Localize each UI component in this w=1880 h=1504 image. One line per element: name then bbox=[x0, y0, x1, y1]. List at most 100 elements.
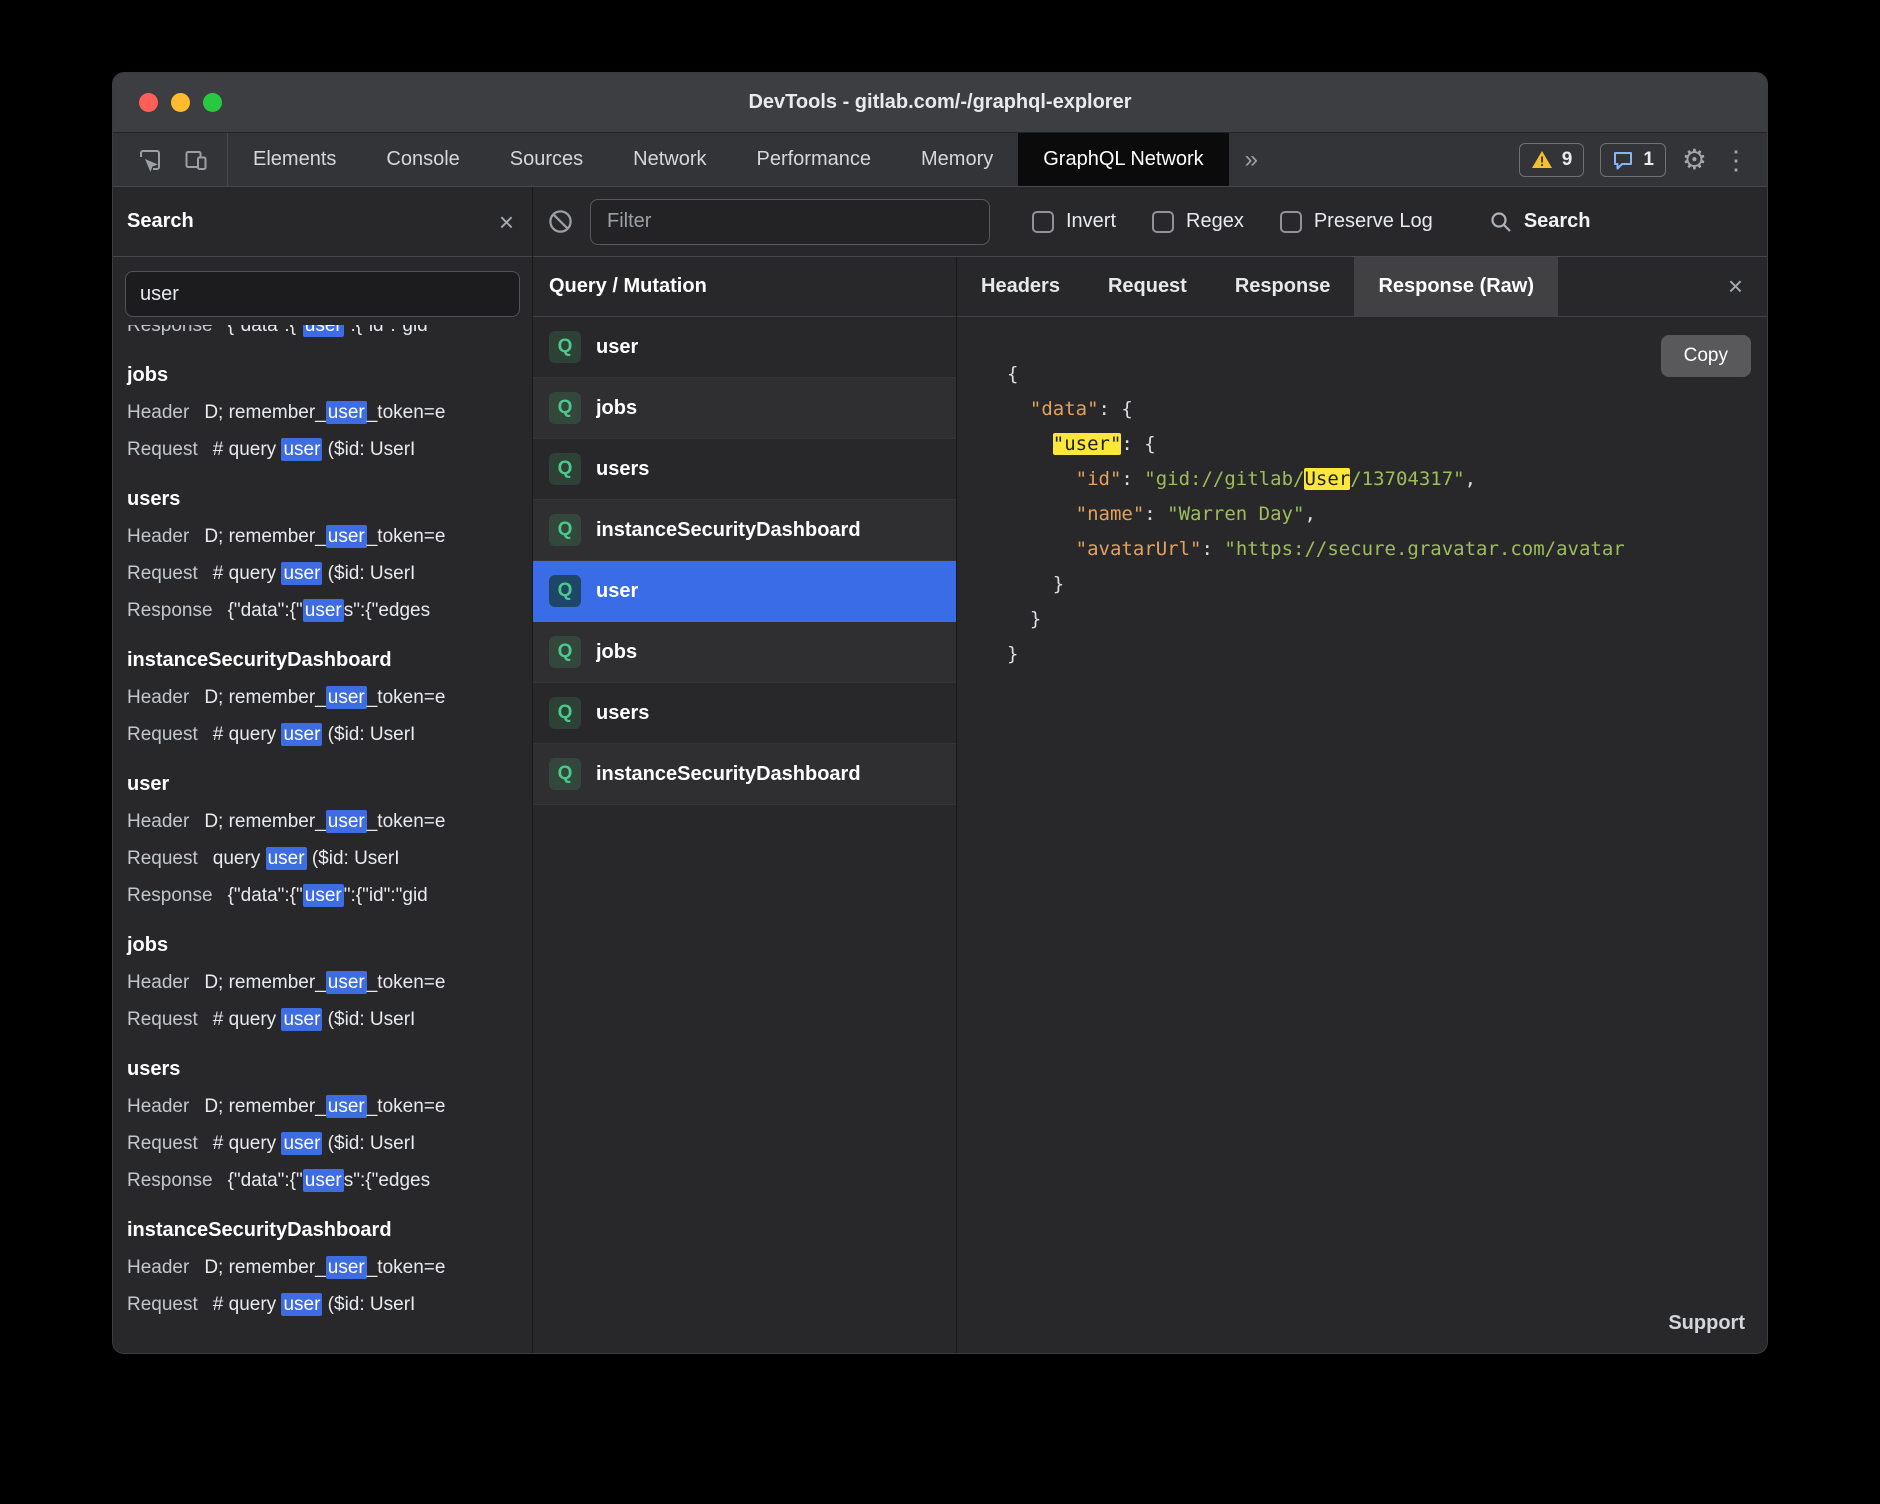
query-item-label: users bbox=[596, 702, 649, 725]
filter-input[interactable] bbox=[590, 199, 990, 245]
search-result-group: instanceSecurityDashboardHeaderD; rememb… bbox=[127, 642, 522, 753]
search-result-line[interactable]: HeaderD; remember_user_token=e bbox=[127, 394, 522, 431]
search-result-line[interactable]: Response{"data":{"user":{"id":"gid bbox=[127, 325, 522, 344]
json-token bbox=[1007, 398, 1030, 420]
search-result-line[interactable]: Request# query user ($id: UserI bbox=[127, 716, 522, 753]
search-result-line[interactable]: Requestquery user ($id: UserI bbox=[127, 840, 522, 877]
query-type-badge: Q bbox=[549, 331, 581, 363]
checkbox-invert[interactable]: Invert bbox=[1032, 210, 1116, 233]
settings-gear-icon[interactable]: ⚙ bbox=[1682, 146, 1707, 174]
query-list-item-users[interactable]: Qusers bbox=[533, 683, 956, 744]
search-result-line[interactable]: Request# query user ($id: UserI bbox=[127, 1125, 522, 1162]
search-result-title[interactable]: users bbox=[127, 481, 522, 518]
text-segment: # query bbox=[213, 439, 282, 460]
search-input-wrap bbox=[113, 257, 532, 325]
query-list-item-jobs[interactable]: Qjobs bbox=[533, 378, 956, 439]
clear-log-icon[interactable] bbox=[547, 208, 574, 235]
toolbar-tab-memory[interactable]: Memory bbox=[896, 133, 1018, 186]
toolbar-tab-elements[interactable]: Elements bbox=[228, 133, 361, 186]
search-result-line[interactable]: HeaderD; remember_user_token=e bbox=[127, 679, 522, 716]
more-panels-button[interactable]: » bbox=[1229, 133, 1274, 186]
minimize-window-button[interactable] bbox=[171, 93, 190, 112]
query-list-item-jobs[interactable]: Qjobs bbox=[533, 622, 956, 683]
query-list-item-instancesecuritydashboard[interactable]: QinstanceSecurityDashboard bbox=[533, 500, 956, 561]
search-result-line[interactable]: HeaderD; remember_user_token=e bbox=[127, 1249, 522, 1286]
search-result-line[interactable]: Request# query user ($id: UserI bbox=[127, 1001, 522, 1038]
checkbox-preserve-log[interactable]: Preserve Log bbox=[1280, 210, 1433, 233]
kebab-menu-icon[interactable]: ⋮ bbox=[1723, 147, 1749, 173]
query-list-item-user[interactable]: Quser bbox=[533, 561, 956, 622]
search-input[interactable] bbox=[125, 271, 520, 317]
response-tab-request[interactable]: Request bbox=[1084, 257, 1211, 316]
text-segment: s":{"edges bbox=[344, 1170, 430, 1191]
search-result-line[interactable]: HeaderD; remember_user_token=e bbox=[127, 518, 522, 555]
search-toggle[interactable]: Search bbox=[1489, 210, 1591, 234]
close-window-button[interactable] bbox=[139, 93, 158, 112]
search-result-group: jobsHeaderD; remember_user_token=eReques… bbox=[127, 357, 522, 468]
close-detail-icon[interactable]: × bbox=[1704, 257, 1767, 316]
checkbox-box-invert[interactable] bbox=[1032, 211, 1054, 233]
search-result-title[interactable]: instanceSecurityDashboard bbox=[127, 642, 522, 679]
checkbox-box-preserve-log[interactable] bbox=[1280, 211, 1302, 233]
checkbox-regex[interactable]: Regex bbox=[1152, 210, 1244, 233]
search-result-line[interactable]: HeaderD; remember_user_token=e bbox=[127, 803, 522, 840]
zoom-window-button[interactable] bbox=[203, 93, 222, 112]
query-list-item-user[interactable]: Quser bbox=[533, 317, 956, 378]
response-tab-headers[interactable]: Headers bbox=[957, 257, 1084, 316]
text-segment: ":{"id":"gid bbox=[344, 325, 428, 336]
response-label: Response bbox=[127, 325, 213, 344]
search-result-line[interactable]: Response{"data":{"users":{"edges bbox=[127, 1162, 522, 1199]
toolbar-tab-network[interactable]: Network bbox=[608, 133, 731, 186]
search-result-line[interactable]: HeaderD; remember_user_token=e bbox=[127, 1088, 522, 1125]
query-list-item-users[interactable]: Qusers bbox=[533, 439, 956, 500]
message-bubble-icon bbox=[1612, 150, 1634, 170]
search-result-group: usersHeaderD; remember_user_token=eReque… bbox=[127, 1051, 522, 1199]
toolbar-tab-console[interactable]: Console bbox=[361, 133, 484, 186]
titlebar[interactable]: DevTools - gitlab.com/-/graphql-explorer bbox=[113, 73, 1767, 133]
query-list: QuserQjobsQusersQinstanceSecurityDashboa… bbox=[533, 317, 956, 1353]
toolbar-tab-performance[interactable]: Performance bbox=[732, 133, 897, 186]
text-segment: _token=e bbox=[367, 687, 446, 708]
text-segment: ($id: UserI bbox=[322, 1009, 415, 1030]
search-icon bbox=[1489, 210, 1513, 234]
device-toolbar-icon[interactable] bbox=[183, 147, 209, 173]
json-viewer: { "data": { "user": { "id": "gid://gitla… bbox=[1007, 357, 1749, 672]
search-result-line[interactable]: Request# query user ($id: UserI bbox=[127, 431, 522, 468]
text-segment: # query bbox=[213, 1294, 282, 1315]
search-result-title[interactable]: jobs bbox=[127, 927, 522, 964]
response-tab-response-raw[interactable]: Response (Raw) bbox=[1354, 257, 1558, 316]
search-result-line[interactable]: Request# query user ($id: UserI bbox=[127, 555, 522, 592]
result-line-content: {"data":{"users":{"edges bbox=[228, 592, 431, 629]
search-result-title[interactable]: user bbox=[127, 766, 522, 803]
toolbar-tab-graphql-network[interactable]: GraphQL Network bbox=[1018, 133, 1228, 186]
search-result-line[interactable]: Response{"data":{"user":{"id":"gid bbox=[127, 877, 522, 914]
result-line-content: # query user ($id: UserI bbox=[213, 1125, 416, 1162]
search-result-line[interactable]: Response{"data":{"users":{"edges bbox=[127, 592, 522, 629]
result-line-content: # query user ($id: UserI bbox=[213, 555, 416, 592]
close-search-panel-icon[interactable]: × bbox=[499, 209, 514, 235]
inspect-element-icon[interactable] bbox=[137, 147, 163, 173]
toolbar-right: 9 1 ⚙ ⋮ bbox=[1519, 133, 1767, 186]
result-line-content: {"data":{"users":{"edges bbox=[228, 1162, 431, 1199]
text-segment: query bbox=[213, 848, 266, 869]
query-list-item-instancesecuritydashboard[interactable]: QinstanceSecurityDashboard bbox=[533, 744, 956, 805]
checkbox-box-regex[interactable] bbox=[1152, 211, 1174, 233]
result-line-content: # query user ($id: UserI bbox=[213, 716, 416, 753]
text-segment: ":{"id":"gid bbox=[344, 885, 428, 906]
search-toggle-label: Search bbox=[1524, 210, 1591, 233]
errors-warnings-badge[interactable]: 9 bbox=[1519, 143, 1585, 177]
search-result-line[interactable]: Request# query user ($id: UserI bbox=[127, 1286, 522, 1323]
search-panel-title: Search bbox=[127, 210, 499, 233]
query-item-label: jobs bbox=[596, 397, 637, 420]
toolbar-tab-sources[interactable]: Sources bbox=[485, 133, 608, 186]
search-result-title[interactable]: instanceSecurityDashboard bbox=[127, 1212, 522, 1249]
search-result-title[interactable]: jobs bbox=[127, 357, 522, 394]
support-link[interactable]: Support bbox=[1668, 1312, 1745, 1335]
response-tab-response[interactable]: Response bbox=[1211, 257, 1355, 316]
issues-badge[interactable]: 1 bbox=[1600, 143, 1666, 177]
filter-bar: Invert Regex Preserve Log Search bbox=[533, 187, 1767, 257]
text-segment: # query bbox=[213, 724, 282, 745]
copy-button[interactable]: Copy bbox=[1661, 335, 1751, 377]
search-result-line[interactable]: HeaderD; remember_user_token=e bbox=[127, 964, 522, 1001]
search-result-title[interactable]: users bbox=[127, 1051, 522, 1088]
